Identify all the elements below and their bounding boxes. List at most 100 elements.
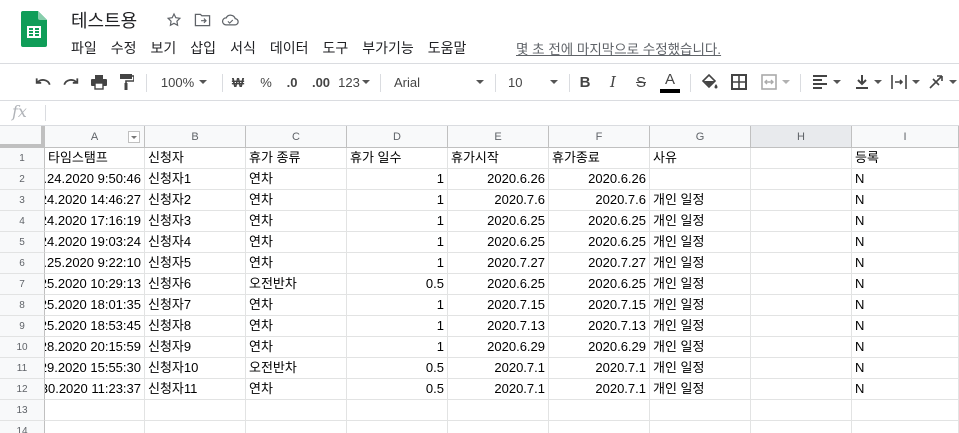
font-family-select[interactable]: Arial	[388, 64, 488, 100]
cell-i4[interactable]: N	[852, 211, 959, 232]
cell-g5[interactable]: 개인 일정	[650, 232, 751, 253]
formula-input[interactable]	[52, 104, 952, 122]
cell-a5[interactable]: 6.24.2020 19:03:24	[45, 232, 145, 253]
cell-b12[interactable]: 신청자11	[145, 379, 246, 400]
percent-format-button[interactable]: %	[256, 64, 276, 100]
cloud-saved-icon[interactable]	[220, 10, 240, 30]
borders-icon[interactable]	[727, 64, 751, 100]
cell-i2[interactable]: N	[852, 169, 959, 190]
undo-icon[interactable]	[31, 64, 55, 100]
cell-e5[interactable]: 2020.6.25	[448, 232, 549, 253]
menu-data[interactable]: 데이터	[270, 38, 309, 58]
cell-b11[interactable]: 신청자10	[145, 358, 246, 379]
cell-e4[interactable]: 2020.6.25	[448, 211, 549, 232]
cell-i7[interactable]: N	[852, 274, 959, 295]
cell-i10[interactable]: N	[852, 337, 959, 358]
cell-b6[interactable]: 신청자5	[145, 253, 246, 274]
cell-h2[interactable]	[751, 169, 852, 190]
cell-c5[interactable]: 연차	[246, 232, 347, 253]
cell-h1[interactable]	[751, 148, 852, 169]
document-title[interactable]: 테스트용	[71, 7, 137, 33]
column-header-e[interactable]: E	[448, 126, 549, 148]
increase-decimal-button[interactable]: .00	[309, 64, 333, 100]
cell-f10[interactable]: 2020.6.29	[549, 337, 650, 358]
row-header-11[interactable]: 11	[0, 358, 45, 379]
cell-b1[interactable]: 신청자	[145, 148, 246, 169]
cell-h14[interactable]	[751, 421, 852, 433]
cell-c1[interactable]: 휴가 종류	[246, 148, 347, 169]
cell-b2[interactable]: 신청자1	[145, 169, 246, 190]
cell-h11[interactable]	[751, 358, 852, 379]
cell-f13[interactable]	[549, 400, 650, 421]
last-edit-link[interactable]: 몇 초 전에 마지막으로 수정했습니다.	[516, 38, 721, 58]
cell-b8[interactable]: 신청자7	[145, 295, 246, 316]
cell-a13[interactable]	[45, 400, 145, 421]
menu-addons[interactable]: 부가기능	[362, 38, 414, 58]
cell-c8[interactable]: 연차	[246, 295, 347, 316]
cell-f2[interactable]: 2020.6.26	[549, 169, 650, 190]
cell-b13[interactable]	[145, 400, 246, 421]
cell-g3[interactable]: 개인 일정	[650, 190, 751, 211]
cell-h9[interactable]	[751, 316, 852, 337]
row-header-2[interactable]: 2	[0, 169, 45, 190]
cell-d13[interactable]	[347, 400, 448, 421]
column-header-i[interactable]: I	[852, 126, 959, 148]
cell-f12[interactable]: 2020.7.1	[549, 379, 650, 400]
font-size-select[interactable]: 10	[502, 64, 562, 100]
cell-d8[interactable]: 1	[347, 295, 448, 316]
cell-a8[interactable]: 6.25.2020 18:01:35	[45, 295, 145, 316]
cell-a9[interactable]: 6.25.2020 18:53:45	[45, 316, 145, 337]
column-header-h[interactable]: H	[751, 126, 852, 148]
column-header-d[interactable]: D	[347, 126, 448, 148]
cell-g11[interactable]: 개인 일정	[650, 358, 751, 379]
star-icon[interactable]	[164, 10, 184, 30]
cell-h4[interactable]	[751, 211, 852, 232]
cell-c13[interactable]	[246, 400, 347, 421]
menu-insert[interactable]: 삽입	[190, 38, 216, 58]
strikethrough-button[interactable]: S	[631, 64, 651, 100]
row-header-6[interactable]: 6	[0, 253, 45, 274]
cell-a14[interactable]	[45, 421, 145, 433]
menu-edit[interactable]: 수정	[111, 38, 137, 58]
vertical-align-icon[interactable]	[850, 64, 886, 100]
cell-h10[interactable]	[751, 337, 852, 358]
cell-d6[interactable]: 1	[347, 253, 448, 274]
cell-f8[interactable]: 2020.7.15	[549, 295, 650, 316]
cell-a11[interactable]: 6.29.2020 15:55:30	[45, 358, 145, 379]
cell-b9[interactable]: 신청자8	[145, 316, 246, 337]
sheets-logo-icon[interactable]	[21, 11, 47, 47]
cell-c11[interactable]: 오전반차	[246, 358, 347, 379]
cell-f14[interactable]	[549, 421, 650, 433]
cell-h6[interactable]	[751, 253, 852, 274]
merge-cells-icon[interactable]	[757, 64, 793, 100]
column-header-g[interactable]: G	[650, 126, 751, 148]
cell-i14[interactable]	[852, 421, 959, 433]
cell-g8[interactable]: 개인 일정	[650, 295, 751, 316]
filter-dropdown-icon[interactable]	[128, 131, 140, 143]
cell-a2[interactable]: 6.24.2020 9:50:46	[45, 169, 145, 190]
cell-i13[interactable]	[852, 400, 959, 421]
cell-e14[interactable]	[448, 421, 549, 433]
cell-e7[interactable]: 2020.6.25	[448, 274, 549, 295]
cell-g14[interactable]	[650, 421, 751, 433]
cell-b3[interactable]: 신청자2	[145, 190, 246, 211]
cell-a3[interactable]: 6.24.2020 14:46:27	[45, 190, 145, 211]
cell-g1[interactable]: 사유	[650, 148, 751, 169]
cell-i9[interactable]: N	[852, 316, 959, 337]
column-header-f[interactable]: F	[549, 126, 650, 148]
zoom-select[interactable]: 100%	[154, 64, 214, 100]
cell-f11[interactable]: 2020.7.1	[549, 358, 650, 379]
cell-a7[interactable]: 6.25.2020 10:29:13	[45, 274, 145, 295]
cell-a10[interactable]: 6.28.2020 20:15:59	[45, 337, 145, 358]
row-header-14[interactable]: 14	[0, 421, 45, 433]
row-header-7[interactable]: 7	[0, 274, 45, 295]
cell-g4[interactable]: 개인 일정	[650, 211, 751, 232]
cell-c10[interactable]: 연차	[246, 337, 347, 358]
cell-i3[interactable]: N	[852, 190, 959, 211]
currency-format-button[interactable]: ₩	[228, 64, 248, 100]
cell-d10[interactable]: 1	[347, 337, 448, 358]
cell-d12[interactable]: 0.5	[347, 379, 448, 400]
cell-h13[interactable]	[751, 400, 852, 421]
cell-c7[interactable]: 오전반차	[246, 274, 347, 295]
row-header-3[interactable]: 3	[0, 190, 45, 211]
